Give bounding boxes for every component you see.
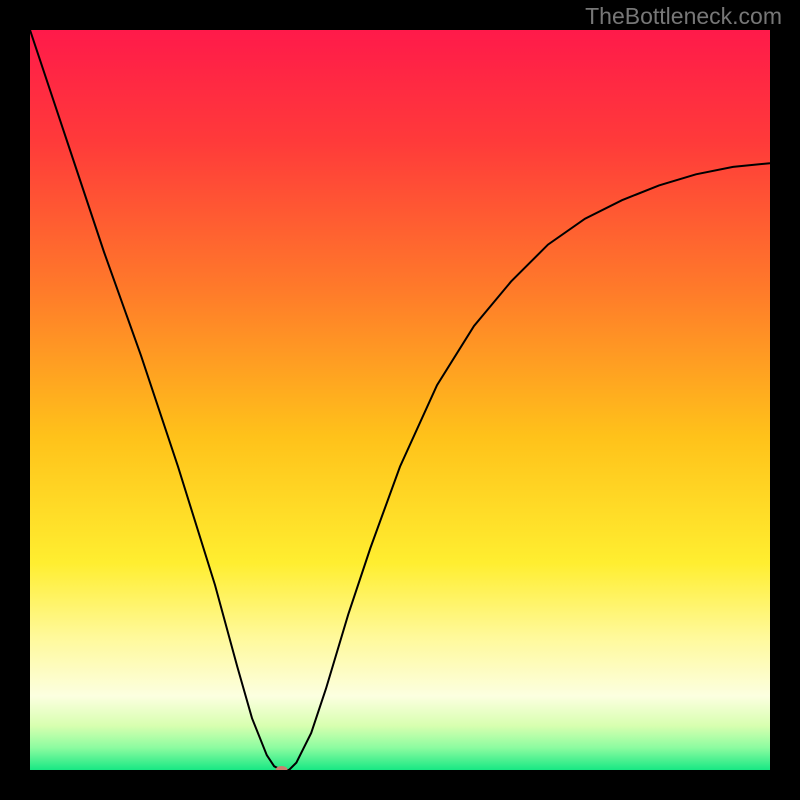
chart-container: TheBottleneck.com bbox=[0, 0, 800, 800]
chart-svg bbox=[30, 30, 770, 770]
gradient-background bbox=[30, 30, 770, 770]
plot-area bbox=[30, 30, 770, 770]
watermark-text: TheBottleneck.com bbox=[585, 3, 782, 30]
